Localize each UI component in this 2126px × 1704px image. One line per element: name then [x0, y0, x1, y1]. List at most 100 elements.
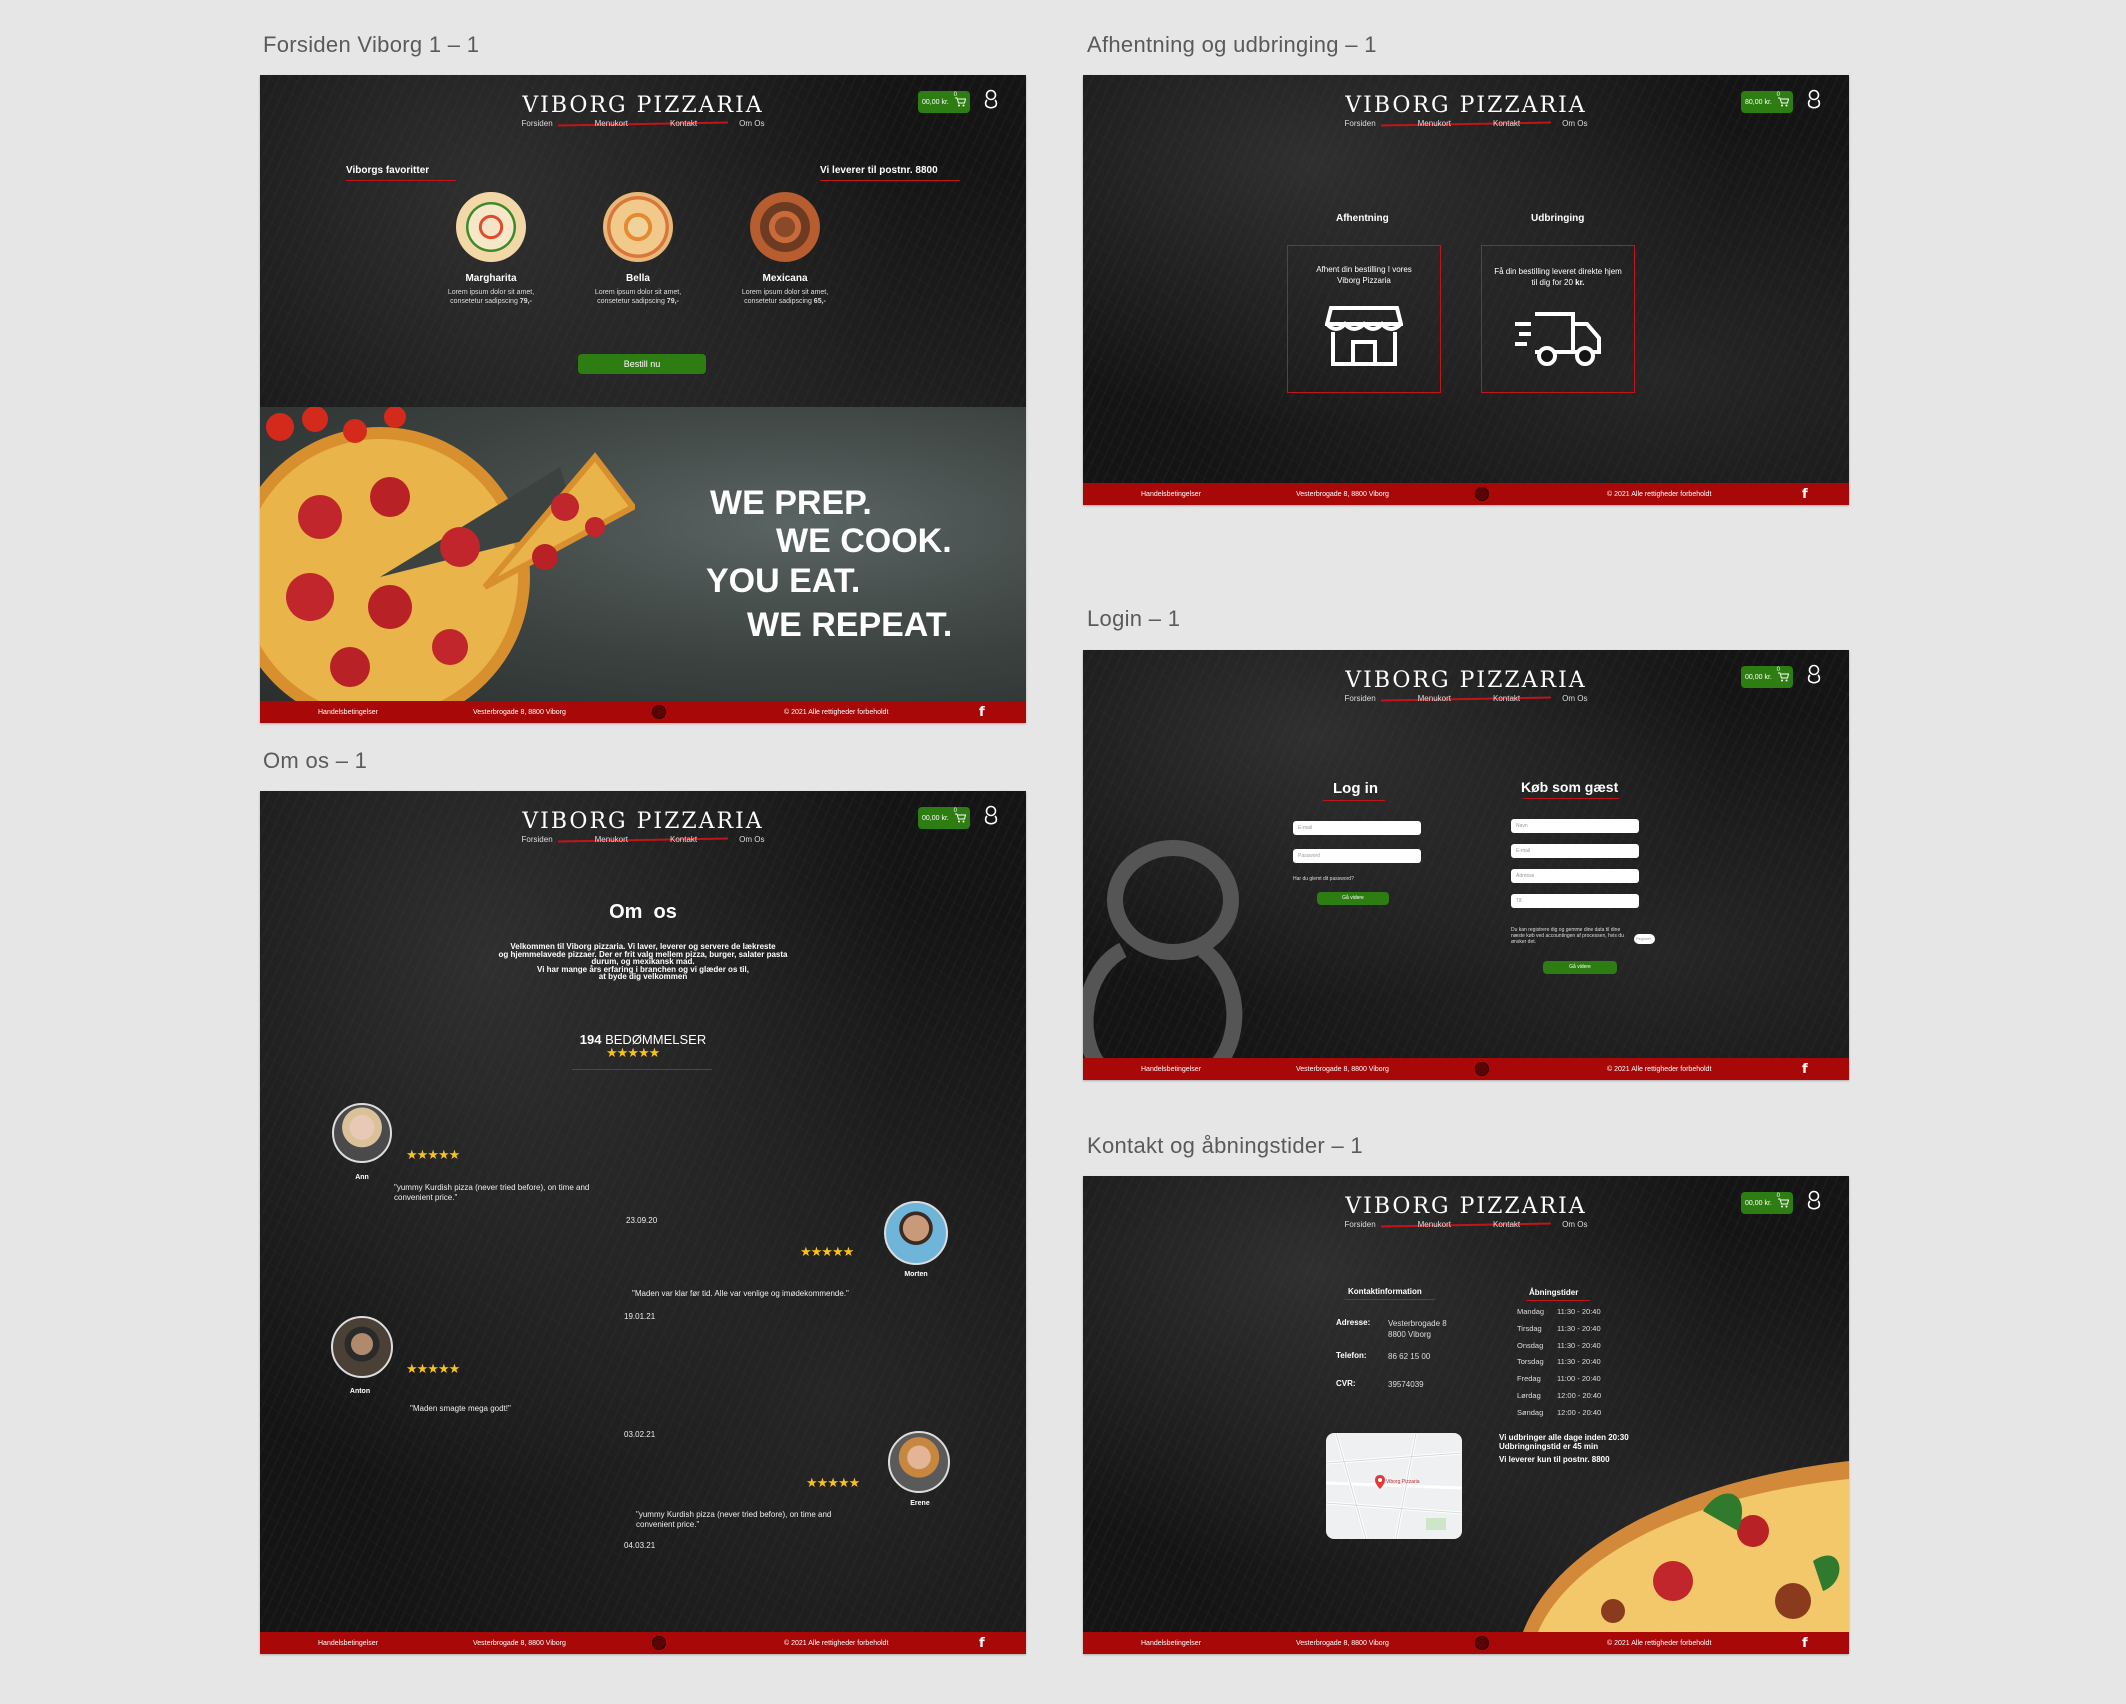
cart-price: 80,00 kr. — [1745, 98, 1772, 106]
guest-phone-input[interactable]: Tlf. — [1511, 894, 1639, 908]
hours-day: Torsdag — [1517, 1357, 1544, 1367]
pizza-desc: Lorem ipsum dolor sit amet, consetetur sa… — [741, 289, 829, 305]
location-map[interactable]: Viborg Pizzaria — [1326, 1433, 1462, 1539]
footer-address: Vesterbrogade 8, 8800 Viborg — [1296, 490, 1389, 498]
login-password-input[interactable]: Password — [1293, 849, 1421, 863]
pizza-name: Mexicana — [762, 273, 808, 284]
footer-terms-link[interactable]: Handelsbetingelser — [1141, 1640, 1201, 1647]
footer-address: Vesterbrogade 8, 8800 Viborg — [1296, 1639, 1389, 1647]
footer: Handelsbetingelser Vesterbrogade 8, 8800… — [1083, 1632, 1849, 1654]
artboard-title-omos: Om os – 1 — [263, 748, 368, 773]
cart-button[interactable]: 00,00 kr. 0 — [918, 91, 970, 113]
footer-copyright: © 2021 Alle rettigheder forbeholdt — [1607, 1065, 1712, 1073]
nav-om-os[interactable]: Om Os — [1562, 1220, 1587, 1229]
guest-address-input[interactable]: Adresse — [1511, 869, 1639, 883]
user-icon[interactable] — [1807, 89, 1821, 109]
logo[interactable]: VIBORG PIZZARIA — [1083, 668, 1849, 693]
facebook-icon[interactable]: f — [1802, 487, 1808, 502]
nav-forsiden[interactable]: Forsiden — [1345, 1220, 1376, 1229]
guest-email-input[interactable]: E-mail — [1511, 844, 1639, 858]
user-icon[interactable] — [984, 805, 998, 825]
review-stars: ★★★★★ — [800, 1244, 854, 1259]
nav-om-os[interactable]: Om Os — [739, 119, 764, 128]
logo[interactable]: VIBORG PIZZARIA — [1083, 1194, 1849, 1219]
facebook-icon[interactable]: f — [979, 705, 985, 720]
pickup-title: Afhentning — [1336, 213, 1389, 224]
cvr-label: CVR: — [1336, 1379, 1356, 1388]
cart-button[interactable]: 00,00 kr. 0 — [1741, 1192, 1793, 1214]
nav-om-os[interactable]: Om Os — [1562, 119, 1587, 128]
login-submit-button[interactable]: Gå videre — [1317, 892, 1389, 905]
reviewer-avatar — [332, 1103, 392, 1163]
facebook-icon[interactable]: f — [979, 1636, 985, 1651]
nav-kontakt[interactable]: Kontakt — [1493, 1220, 1520, 1229]
hours-time: 11:30 - 20:40 — [1557, 1307, 1601, 1316]
review-date: 03.02.21 — [624, 1430, 656, 1439]
main-nav: Forsiden Menukort Kontakt Om Os — [260, 835, 1026, 844]
user-icon[interactable] — [1807, 664, 1821, 684]
footer-terms-link[interactable]: Handelsbetingelser — [318, 1640, 378, 1647]
cart-button[interactable]: 00,00 kr. 0 — [918, 807, 970, 829]
logo[interactable]: VIBORG PIZZARIA — [260, 93, 1026, 118]
delivery-text: Få din bestilling leveret direkte hjem t… — [1494, 267, 1622, 287]
register-button[interactable]: Register — [1634, 934, 1655, 944]
phone-value[interactable]: 86 62 15 00 — [1388, 1351, 1430, 1362]
login-email-input[interactable]: E-mail — [1293, 821, 1421, 835]
main-nav: Forsiden Menukort Kontakt Om Os — [1083, 119, 1849, 128]
pizza-image-mexicana[interactable] — [750, 192, 820, 262]
user-icon[interactable] — [1807, 1190, 1821, 1210]
footer-terms-link[interactable]: Handelsbetingelser — [318, 709, 378, 716]
nav-forsiden[interactable]: Forsiden — [522, 119, 553, 128]
facebook-icon[interactable]: f — [1802, 1062, 1808, 1077]
cart-button[interactable]: 80,00 kr. 0 — [1741, 91, 1793, 113]
large-user-icon — [1083, 840, 1243, 1060]
login-title: Log in — [1333, 780, 1378, 797]
nav-kontakt[interactable]: Kontakt — [1493, 694, 1520, 703]
nav-om-os[interactable]: Om Os — [739, 835, 764, 844]
nav-forsiden[interactable]: Forsiden — [522, 835, 553, 844]
nav-forsiden[interactable]: Forsiden — [1345, 119, 1376, 128]
footer-copyright: © 2021 Alle rettigheder forbeholdt — [1607, 1639, 1712, 1647]
forgot-password-link[interactable]: Har du glemt dit password? — [1293, 876, 1354, 882]
nav-menukort[interactable]: Menukort — [1418, 119, 1451, 128]
hours-day: Fredag — [1517, 1374, 1541, 1384]
nav-menukort[interactable]: Menukort — [1418, 1220, 1451, 1229]
hours-time: 11:30 - 20:40 — [1557, 1323, 1601, 1333]
footer-terms-link[interactable]: Handelsbetingelser — [1141, 1066, 1201, 1073]
guest-name-input[interactable]: Navn — [1511, 819, 1639, 833]
artboard-title-login: Login – 1 — [1087, 606, 1181, 631]
nav-menukort[interactable]: Menukort — [595, 835, 628, 844]
logo[interactable]: VIBORG PIZZARIA — [1083, 93, 1849, 118]
map-pin-icon[interactable] — [1375, 1475, 1385, 1489]
artboard-title-forsiden: Forsiden Viborg 1 – 1 — [263, 32, 480, 57]
cart-icon — [955, 97, 966, 107]
pizza-name: Bella — [626, 273, 650, 284]
hours-time: 11:00 - 20:40 — [1557, 1374, 1601, 1384]
delivery-option-card[interactable]: Få din bestilling leveret direkte hjem t… — [1481, 245, 1635, 393]
nav-kontakt[interactable]: Kontakt — [670, 835, 697, 844]
guest-submit-button[interactable]: Gå videre — [1543, 961, 1617, 974]
artboard-forsiden: VIBORG PIZZARIA 00,00 kr. 0 Forsiden Men… — [260, 75, 1026, 723]
artboard-title-afhentning: Afhentning og udbringing – 1 — [1087, 32, 1377, 57]
reviewer-avatar — [884, 1201, 948, 1265]
artboard-title-kontakt: Kontakt og åbningstider – 1 — [1087, 1133, 1363, 1158]
pizza-image-margharita[interactable] — [456, 192, 526, 262]
reviewer-name: Anton — [349, 1388, 371, 1395]
pizza-image-bella[interactable] — [603, 192, 673, 262]
reviewer-avatar — [331, 1316, 393, 1378]
nav-kontakt[interactable]: Kontakt — [670, 119, 697, 128]
nav-menukort[interactable]: Menukort — [595, 119, 628, 128]
order-now-button[interactable]: Bestill nu — [578, 354, 706, 374]
facebook-icon[interactable]: f — [1802, 1636, 1808, 1651]
logo[interactable]: VIBORG PIZZARIA — [260, 809, 1026, 834]
user-icon[interactable] — [984, 89, 998, 109]
pickup-option-card[interactable]: Afhent din bestilling I vores Viborg Piz… — [1287, 245, 1441, 393]
nav-kontakt[interactable]: Kontakt — [1493, 119, 1520, 128]
footer-terms-link[interactable]: Handelsbetingelser — [1141, 491, 1201, 498]
cart-price: 00,00 kr. — [922, 98, 949, 106]
cart-button[interactable]: 00,00 kr. 0 — [1741, 666, 1793, 688]
nav-om-os[interactable]: Om Os — [1562, 694, 1587, 703]
nav-menukort[interactable]: Menukort — [1418, 694, 1451, 703]
review-text: "yummy Kurdish pizza (never tried before… — [636, 1510, 832, 1529]
nav-forsiden[interactable]: Forsiden — [1345, 694, 1376, 703]
